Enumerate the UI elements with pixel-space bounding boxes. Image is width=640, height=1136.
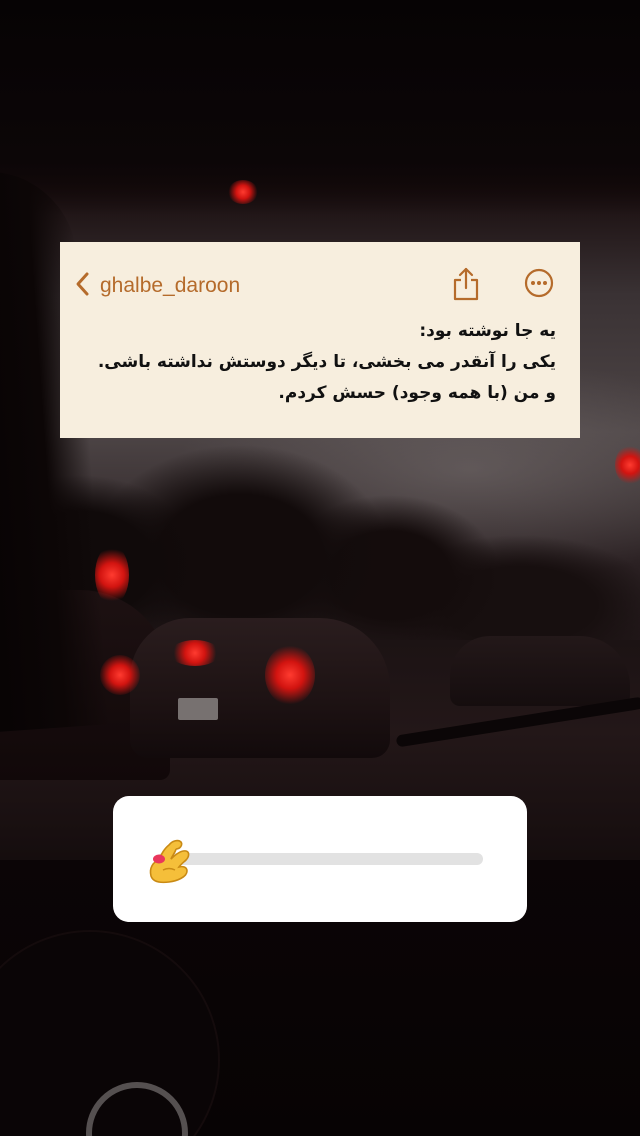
more-button[interactable] xyxy=(524,268,554,298)
brake-light xyxy=(228,180,258,204)
windshield-roof xyxy=(0,0,640,215)
car-ahead xyxy=(130,618,390,758)
pinched-fingers-icon[interactable] xyxy=(143,832,199,888)
traffic-signal xyxy=(615,445,640,485)
note-line: یه جا نوشته بود: xyxy=(419,321,556,341)
share-button[interactable] xyxy=(452,266,480,302)
note-line: و من (با همه وجود) حسش کردم. xyxy=(278,383,556,403)
license-plate xyxy=(178,698,218,720)
back-button[interactable]: ghalbe_daroon xyxy=(74,270,240,302)
note-text: یه جا نوشته بود: یکی را آنقدر می بخشی، ت… xyxy=(76,316,556,409)
story-background xyxy=(0,0,640,1136)
note-card: ghalbe_daroon یه جا نوشته بود: یکی را آن… xyxy=(60,242,580,438)
note-card-header: ghalbe_daroon xyxy=(60,266,580,306)
emoji-slider-sticker xyxy=(113,796,527,922)
username-label: ghalbe_daroon xyxy=(100,274,241,297)
car-right xyxy=(450,636,630,706)
share-icon xyxy=(452,267,480,306)
chevron-left-icon xyxy=(74,271,92,301)
tail-light-right xyxy=(265,645,315,705)
more-horizontal-icon xyxy=(524,268,554,302)
note-line: یکی را آنقدر می بخشی، تا دیگر دوستش نداش… xyxy=(97,352,556,372)
slider-track[interactable] xyxy=(157,853,483,865)
tail-light-center xyxy=(170,640,220,666)
